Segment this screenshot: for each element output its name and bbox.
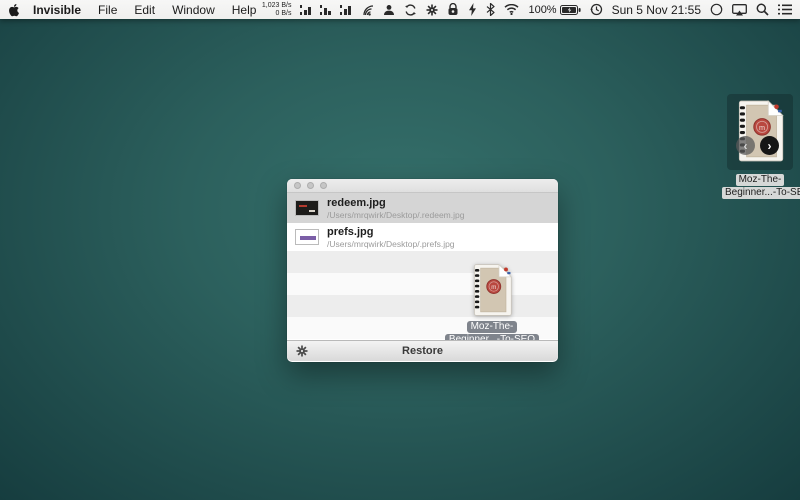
menu-bar-clock[interactable]: Sun 5 Nov 21:55 [612, 3, 701, 17]
gear-menu-icon[interactable] [426, 4, 438, 16]
file-path: /Users/mrqwirk/Desktop/.redeem.jpg [327, 210, 464, 220]
wifi-icon[interactable] [504, 4, 519, 15]
file-row-prefs[interactable]: prefs.jpg /Users/mrqwirk/Desktop/.prefs.… [287, 223, 558, 251]
battery-status[interactable]: 100% [528, 4, 580, 16]
menu-file[interactable]: File [98, 3, 117, 17]
menu-bar: Invisible File Edit Window Help 1,023 B/… [0, 0, 800, 19]
notification-center-icon[interactable] [778, 4, 792, 15]
file-name: redeem.jpg [327, 197, 464, 210]
menu-window[interactable]: Window [172, 3, 215, 17]
settings-gear-button[interactable] [295, 344, 309, 358]
sync-arrows-icon[interactable] [404, 4, 417, 16]
siri-icon[interactable] [710, 3, 723, 16]
file-list: redeem.jpg /Users/mrqwirk/Desktop/.redee… [287, 193, 558, 340]
network-speed-indicator[interactable]: 1,023 B/s 0 B/s [262, 2, 292, 18]
gear-icon [296, 345, 308, 357]
bluetooth-icon[interactable] [486, 3, 495, 16]
file-name: prefs.jpg [327, 226, 455, 239]
window-bottom-bar: Restore [287, 340, 558, 361]
battery-percent: 100% [528, 4, 556, 16]
restore-button[interactable]: Restore [402, 345, 443, 357]
apple-menu-icon[interactable] [8, 2, 21, 17]
desktop-icon-label: Moz-The- Beginner...-To-SEO [722, 173, 798, 199]
menu-edit[interactable]: Edit [134, 3, 155, 17]
drag-ghost-label: Moz-The- Beginner...-To-SEO [437, 320, 547, 340]
close-button[interactable] [294, 182, 301, 189]
lock-vpn-icon[interactable] [447, 3, 459, 16]
cpu-meter-icon[interactable] [300, 4, 311, 16]
network-down-speed: 0 B/s [262, 10, 292, 18]
nav-back-icon[interactable]: ‹ [736, 136, 755, 155]
file-path: /Users/mrqwirk/Desktop/.prefs.jpg [327, 239, 455, 249]
memory-meter-icon[interactable] [320, 4, 331, 16]
zoom-button[interactable] [320, 182, 327, 189]
disk-meter-icon[interactable] [340, 4, 351, 16]
time-machine-icon[interactable] [590, 3, 603, 16]
airplay-display-icon[interactable] [732, 4, 747, 16]
icon-selection-highlight: m ‹ › [727, 94, 793, 170]
moz-book-file-icon: m [471, 263, 513, 317]
prefs-thumbnail [295, 229, 319, 245]
nav-forward-icon[interactable]: › [760, 136, 779, 155]
user-switch-icon[interactable] [383, 4, 395, 16]
bolt-icon[interactable] [468, 3, 477, 16]
invisible-app-window: redeem.jpg /Users/mrqwirk/Desktop/.redee… [287, 179, 558, 362]
spotlight-search-icon[interactable] [756, 3, 769, 16]
network-up-speed: 1,023 B/s [262, 2, 292, 10]
window-title-bar[interactable] [287, 179, 558, 193]
redeem-thumbnail [295, 200, 319, 216]
svg-text:m: m [491, 284, 496, 291]
svg-text:m: m [759, 123, 765, 132]
desktop-file-moz-seo[interactable]: m ‹ › Moz-The- Beginner...-To-SEO [722, 94, 798, 199]
signal-waves-icon[interactable] [360, 4, 374, 16]
battery-icon [560, 5, 581, 15]
desktop[interactable]: { "menu_bar": { "app_name": "Invisible",… [0, 0, 800, 500]
drag-ghost-moz-file[interactable]: m Moz-The- Beginner...-To-SEO [437, 263, 547, 340]
menu-help[interactable]: Help [232, 3, 257, 17]
file-row-redeem[interactable]: redeem.jpg /Users/mrqwirk/Desktop/.redee… [287, 193, 558, 223]
minimize-button[interactable] [307, 182, 314, 189]
active-app-name[interactable]: Invisible [33, 3, 81, 17]
